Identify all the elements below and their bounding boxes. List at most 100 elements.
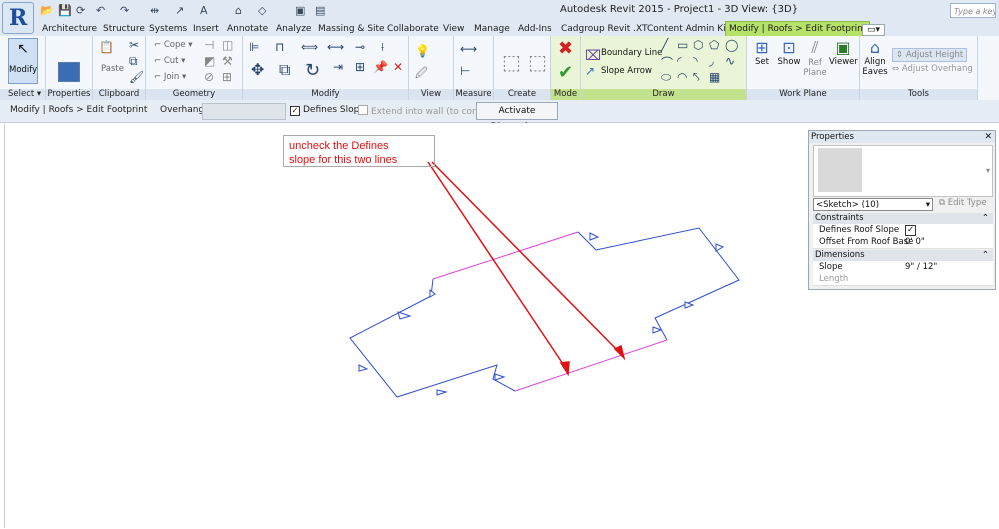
defines-slope-checkbox[interactable]: ✓ Defines Slope — [290, 105, 365, 116]
circumscribed-polygon-icon[interactable]: ⬠ — [709, 38, 719, 52]
tab-annotate[interactable]: Annotate — [227, 22, 268, 36]
tab-insert[interactable]: Insert — [193, 22, 219, 36]
override-graphics-icon[interactable]: 🖉 — [415, 64, 428, 85]
split-element-icon[interactable]: ⊸ — [355, 40, 365, 54]
create-assembly-icon[interactable]: ⬚ — [502, 50, 521, 74]
adjust-overhang-button[interactable]: ⇔ Adjust Overhang — [892, 64, 973, 74]
tab-massing-site[interactable]: Massing & Site — [318, 22, 385, 36]
array-icon[interactable]: ⊞ — [355, 60, 365, 74]
modify-button[interactable]: ↖ Modify — [8, 38, 38, 84]
offset-icon[interactable]: ⊓ — [275, 40, 284, 54]
move-icon[interactable]: ✥ — [251, 60, 264, 79]
pin-icon[interactable]: 📌 — [373, 60, 388, 74]
split-icon[interactable]: ⊞ — [222, 70, 232, 84]
show-work-plane-button[interactable]: ⊡ Show — [777, 38, 801, 67]
constraints-section[interactable]: Constraints ⌃ — [813, 213, 993, 224]
tab-content-admin-kit[interactable]: Content Admin Kit — [647, 22, 729, 36]
tab-structure[interactable]: Structure — [103, 22, 145, 36]
ref-plane-button[interactable]: ⫽ Ref Plane — [803, 38, 827, 78]
mirror-axis-icon[interactable]: ⟺ — [301, 40, 318, 54]
paint-icon[interactable]: ◩ — [204, 54, 215, 68]
tangent-arc-icon[interactable]: ◝ — [693, 54, 698, 68]
tab-modify-roofs-edit-footprint[interactable]: Modify | Roofs > Edit Footprint — [725, 21, 871, 36]
properties-button[interactable] — [54, 62, 84, 84]
type-selector[interactable]: <Sketch> (10) ▾ — [813, 198, 933, 211]
fillet-arc-icon[interactable]: ◞ — [709, 54, 714, 68]
section-icon[interactable]: ◇ — [258, 4, 266, 18]
trim-extend-icon[interactable]: ⇥ — [333, 60, 343, 74]
rotate-icon[interactable]: ↻ — [305, 60, 320, 81]
slope-value[interactable]: 9" / 12" — [905, 261, 937, 273]
boundary-line-icon[interactable]: ⌧ — [585, 48, 601, 64]
defines-roof-slope-checkbox[interactable]: ✓ — [905, 225, 916, 236]
pick-lines-icon[interactable]: ⤣ — [693, 70, 700, 85]
measure-icon[interactable]: ⇹ — [150, 4, 159, 18]
adjust-height-button[interactable]: ⇕ Adjust Height — [892, 48, 968, 62]
circle-icon[interactable]: ◯ — [725, 38, 738, 52]
partial-ellipse-icon[interactable]: ◠ — [677, 70, 687, 84]
wall-joins-icon[interactable]: ⊣ — [204, 38, 214, 52]
copy-icon[interactable]: ⧉ — [129, 54, 138, 69]
tab-architecture[interactable]: Architecture — [42, 22, 97, 36]
join-button[interactable]: ⌐ Join ▾ — [154, 72, 186, 82]
viewer-button[interactable]: ▣ Viewer — [829, 38, 858, 67]
tab-manage[interactable]: Manage — [474, 22, 510, 36]
boundary-line-button[interactable]: Boundary Line — [601, 48, 662, 58]
split-face-icon[interactable]: ◫ — [222, 38, 233, 52]
sync-icon[interactable]: ⟳ — [76, 4, 85, 18]
search-input[interactable]: Type a keyword — [950, 3, 996, 18]
cut-icon[interactable]: ✂ — [129, 38, 139, 52]
tab-view[interactable]: View — [443, 22, 464, 36]
extend-into-wall-checkbox[interactable]: Extend into wall (to core) — [358, 105, 485, 117]
mirror-draw-icon[interactable]: ⟷ — [327, 40, 344, 54]
copy-element-icon[interactable]: ⧉ — [279, 60, 290, 80]
tab-add-ins[interactable]: Add-Ins — [518, 22, 552, 36]
activate-dimensions-button[interactable]: Activate Dimensions — [476, 102, 558, 132]
tab-analyze[interactable]: Analyze — [276, 22, 311, 36]
cancel-edit-icon[interactable]: ✖ — [558, 38, 573, 59]
center-arc-icon[interactable]: ◜ — [677, 54, 682, 68]
application-menu-button[interactable]: R — [2, 2, 34, 34]
remove-paint-icon[interactable]: ⊘ — [204, 70, 214, 84]
align-icon[interactable]: ⊫ — [249, 40, 259, 54]
split-gap-icon[interactable]: ⟊ — [381, 40, 384, 55]
slope-arrow-icon[interactable]: ↗ — [585, 64, 595, 78]
create-parts-icon[interactable]: ⬚ — [528, 50, 547, 74]
save-icon[interactable]: 💾 — [58, 4, 72, 18]
inscribed-polygon-icon[interactable]: ⬡ — [693, 38, 703, 52]
cope-button[interactable]: ⌐ Cope ▾ — [154, 40, 193, 50]
paste-label[interactable]: Paste — [101, 64, 124, 74]
switch-windows-icon[interactable]: ▤ — [315, 4, 325, 18]
paste-icon[interactable]: 📋 — [99, 40, 114, 54]
select-dropdown[interactable]: Select ▾ — [0, 89, 45, 100]
delete-icon[interactable]: ✕ — [393, 60, 403, 74]
set-work-plane-button[interactable]: ⊞ Set — [751, 38, 773, 67]
edit-type-button[interactable]: ⧉ Edit Type — [939, 198, 986, 208]
3d-view-icon[interactable]: ⌂ — [235, 4, 242, 18]
overhang-input[interactable] — [202, 103, 286, 120]
offset-from-roof-base-value[interactable]: 0' 0" — [905, 236, 925, 248]
cut-geometry-button[interactable]: ⌐ Cut ▾ — [154, 56, 185, 66]
text-icon[interactable]: A — [200, 4, 208, 18]
tab-collaborate[interactable]: Collaborate — [387, 22, 439, 36]
line-icon[interactable]: ╱ — [661, 38, 668, 52]
redo-icon[interactable]: ↷ — [120, 4, 129, 18]
finish-edit-icon[interactable]: ✔ — [558, 62, 573, 83]
spline-icon[interactable]: ∿ — [725, 54, 735, 68]
slope-arrow-button[interactable]: Slope Arrow — [601, 66, 652, 76]
open-icon[interactable]: 📂 — [40, 4, 54, 18]
pick-walls-icon[interactable]: ▦ — [709, 70, 720, 84]
tab-cadgroup-revit-xt[interactable]: Cadgroup Revit .XT — [561, 22, 647, 36]
aligned-dimension-icon[interactable]: ⊢ — [460, 64, 470, 78]
match-properties-icon[interactable]: 🖌 — [129, 70, 144, 84]
ellipse-icon[interactable]: ⬭ — [661, 70, 671, 85]
demolish-icon[interactable]: ⚒ — [222, 54, 233, 68]
measure-distance-icon[interactable]: ⟷ — [460, 42, 477, 56]
panel-toggle-icon[interactable]: ▭▾ — [862, 24, 886, 36]
dimension-icon[interactable]: ↗ — [175, 4, 184, 18]
start-end-arc-icon[interactable]: ⌒ — [661, 54, 673, 71]
scroll-arrow-icon[interactable]: ▾ — [986, 166, 990, 175]
tab-systems[interactable]: Systems — [149, 22, 187, 36]
rectangle-icon[interactable]: ▭ — [677, 38, 688, 52]
close-hidden-icon[interactable]: ▣ — [295, 4, 305, 18]
